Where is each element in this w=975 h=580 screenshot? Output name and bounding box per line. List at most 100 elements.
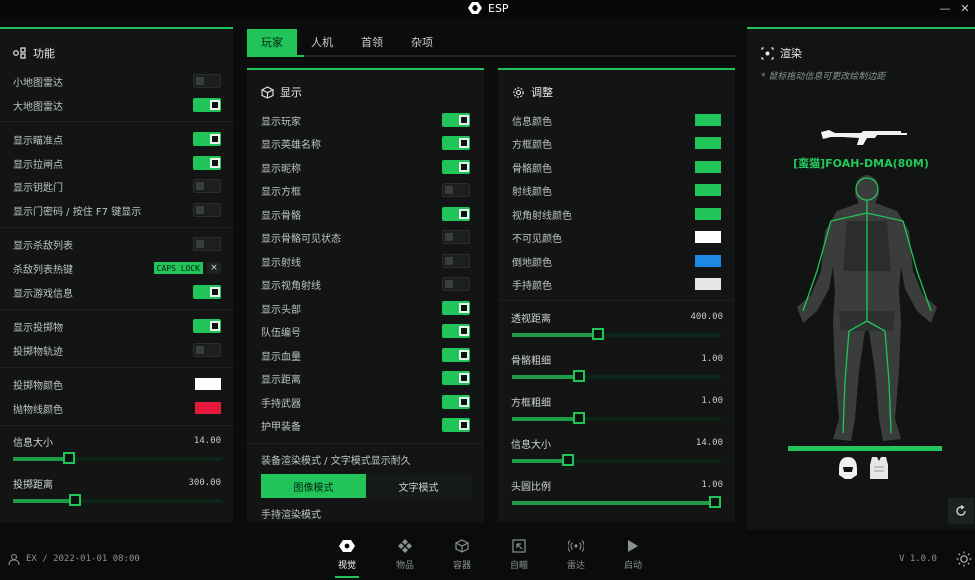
slider-skeleton-thickness[interactable] (512, 370, 721, 382)
color-swatch[interactable] (195, 378, 221, 390)
slider-thumb[interactable] (63, 452, 75, 464)
left-row-door-password[interactable]: 显示门密码 / 按住 F7 键显示 (13, 202, 221, 218)
color-swatch[interactable] (695, 278, 721, 290)
toggle-switch[interactable] (193, 179, 221, 193)
display-row-team-number[interactable]: 队伍编号 (261, 323, 470, 339)
nav-radar[interactable]: 雷达 (558, 538, 594, 571)
left-row-minimap-radar[interactable]: 小地图雷达 (13, 73, 221, 89)
hotkey-button[interactable]: CAPS LOCK (153, 262, 203, 274)
toggle-switch[interactable] (442, 277, 470, 291)
display-row-skeleton[interactable]: 显示骨骼 (261, 206, 470, 222)
slider-thumb[interactable] (69, 494, 81, 506)
toggle-switch[interactable] (193, 343, 221, 357)
toggle-switch[interactable] (193, 98, 221, 112)
theme-toggle-icon[interactable] (956, 551, 972, 567)
color-swatch[interactable] (695, 231, 721, 243)
adjust-row-downed-color[interactable]: 倒地颜色 (512, 253, 721, 269)
tab-bot[interactable]: 人机 (297, 29, 347, 55)
adjust-row-info-color[interactable]: 信息颜色 (512, 112, 721, 128)
left-row-kill-list[interactable]: 显示杀敌列表 (13, 236, 221, 252)
display-row-held-weapon[interactable]: 手持武器 (261, 394, 470, 410)
toggle-switch[interactable] (442, 324, 470, 338)
adjust-row-view-ray-color[interactable]: 视角射线颜色 (512, 206, 721, 222)
toggle-switch[interactable] (442, 160, 470, 174)
toggle-switch[interactable] (442, 230, 470, 244)
left-row-switch-point[interactable]: 显示拉闸点 (13, 155, 221, 171)
color-swatch[interactable] (695, 184, 721, 196)
slider-thumb[interactable] (709, 496, 721, 508)
toggle-switch[interactable] (193, 132, 221, 146)
toggle-switch[interactable] (442, 371, 470, 385)
toggle-switch[interactable] (442, 113, 470, 127)
toggle-switch[interactable] (193, 203, 221, 217)
clear-hotkey-button[interactable]: × (207, 262, 221, 274)
toggle-switch[interactable] (193, 74, 221, 88)
nav-visual[interactable]: 视觉 (329, 538, 365, 578)
left-row-key-door[interactable]: 显示钥匙门 (13, 178, 221, 194)
display-row-distance[interactable]: 显示距离 (261, 370, 470, 386)
display-row-nickname[interactable]: 显示昵称 (261, 159, 470, 175)
image-mode-button[interactable]: 图像模式 (261, 474, 366, 498)
slider-thumb[interactable] (562, 454, 574, 466)
left-row-bigmap-radar[interactable]: 大地图雷达 (13, 97, 221, 113)
tab-misc[interactable]: 杂项 (397, 29, 447, 55)
adjust-row-skeleton-color[interactable]: 骨骼颜色 (512, 159, 721, 175)
toggle-switch[interactable] (442, 418, 470, 432)
adjust-row-invisible-color[interactable]: 不可见颜色 (512, 229, 721, 245)
left-row-aim-point[interactable]: 显示瞄准点 (13, 131, 221, 147)
color-swatch[interactable] (695, 137, 721, 149)
adjust-row-box-color[interactable]: 方框颜色 (512, 135, 721, 151)
tab-boss[interactable]: 首领 (347, 29, 397, 55)
toggle-switch[interactable] (442, 395, 470, 409)
color-swatch[interactable] (695, 255, 721, 267)
color-swatch[interactable] (695, 161, 721, 173)
toggle-switch[interactable] (442, 301, 470, 315)
slider-esp-distance[interactable] (512, 328, 721, 340)
left-row-throw-color[interactable]: 投掷物颜色 (13, 376, 221, 392)
close-button[interactable]: ✕ (957, 0, 973, 16)
tab-player[interactable]: 玩家 (247, 29, 297, 55)
display-row-skeleton-visibility[interactable]: 显示骨骼可见状态 (261, 229, 470, 245)
text-mode-button[interactable]: 文字模式 (366, 474, 471, 498)
display-row-hero-name[interactable]: 显示英雄名称 (261, 135, 470, 151)
minimize-button[interactable]: — (937, 0, 953, 16)
toggle-switch[interactable] (442, 207, 470, 221)
nav-items[interactable]: 物品 (387, 538, 423, 571)
nav-launch[interactable]: 启动 (615, 538, 651, 571)
slider-info-size[interactable] (13, 452, 221, 464)
left-row-parabola-color[interactable]: 抛物线颜色 (13, 400, 221, 416)
display-row-armor[interactable]: 护甲装备 (261, 417, 470, 433)
display-row-head[interactable]: 显示头部 (261, 300, 470, 316)
toggle-switch[interactable] (442, 136, 470, 150)
display-row-box[interactable]: 显示方框 (261, 182, 470, 198)
color-swatch[interactable] (695, 208, 721, 220)
toggle-switch[interactable] (193, 285, 221, 299)
color-swatch[interactable] (195, 402, 221, 414)
display-row-ray[interactable]: 显示射线 (261, 253, 470, 269)
display-row-player[interactable]: 显示玩家 (261, 112, 470, 128)
toggle-switch[interactable] (193, 319, 221, 333)
slider-box-thickness[interactable] (512, 412, 721, 424)
reset-view-button[interactable] (948, 498, 974, 524)
display-row-view-ray[interactable]: 显示视角射线 (261, 276, 470, 292)
slider-throw-distance[interactable] (13, 494, 221, 506)
slider-thumb[interactable] (592, 328, 604, 340)
slider-thumb[interactable] (573, 412, 585, 424)
adjust-row-held-color[interactable]: 手持颜色 (512, 276, 721, 292)
adjust-row-ray-color[interactable]: 射线颜色 (512, 182, 721, 198)
slider-head-circle-ratio[interactable] (512, 496, 721, 508)
nav-containers[interactable]: 容器 (444, 538, 480, 571)
toggle-switch[interactable] (442, 183, 470, 197)
toggle-switch[interactable] (442, 348, 470, 362)
toggle-switch[interactable] (193, 156, 221, 170)
toggle-switch[interactable] (442, 254, 470, 268)
toggle-switch[interactable] (193, 237, 221, 251)
left-row-game-info[interactable]: 显示游戏信息 (13, 284, 221, 300)
nav-aim[interactable]: 自瞄 (501, 538, 537, 571)
left-row-throw-trajectory[interactable]: 投掷物轨迹 (13, 342, 221, 358)
left-row-throwables[interactable]: 显示投掷物 (13, 318, 221, 334)
slider-thumb[interactable] (573, 370, 585, 382)
slider-info-size-adjust[interactable] (512, 454, 721, 466)
display-row-health[interactable]: 显示血量 (261, 347, 470, 363)
color-swatch[interactable] (695, 114, 721, 126)
